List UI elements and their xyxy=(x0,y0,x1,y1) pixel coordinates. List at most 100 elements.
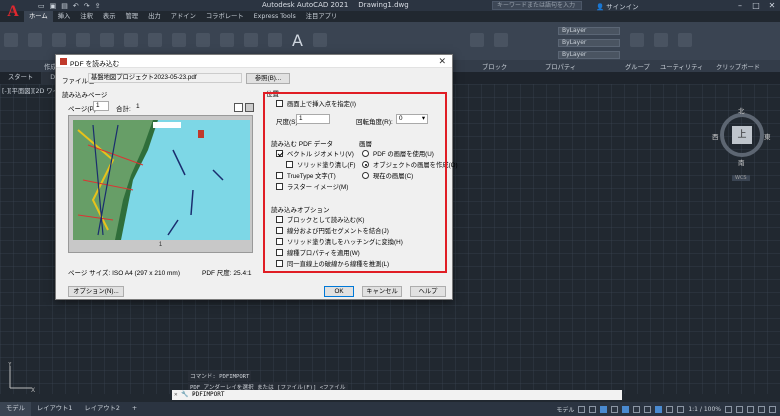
close-icon[interactable]: ✕ xyxy=(438,56,446,67)
circle-icon[interactable] xyxy=(52,33,66,47)
annotation-scale[interactable]: 1:1 / 100% xyxy=(688,406,721,413)
plus-icon[interactable] xyxy=(736,405,743,413)
arc-icon[interactable] xyxy=(76,33,90,47)
tab-model[interactable]: モデル xyxy=(0,402,31,416)
trim-icon[interactable] xyxy=(148,33,162,47)
panel-label-groups[interactable]: グループ xyxy=(625,62,650,71)
save-icon[interactable]: ▤ xyxy=(61,2,68,10)
paste-icon[interactable] xyxy=(678,33,692,47)
ucs-icon: Y X xyxy=(7,362,35,392)
group-icon[interactable] xyxy=(630,33,644,47)
search-input[interactable]: キーワードまたは語句を入力 xyxy=(492,1,582,10)
panel-label-clipboard[interactable]: クリップボード xyxy=(716,62,760,71)
polyline-icon[interactable] xyxy=(28,33,42,47)
dialog-titlebar[interactable]: PDF を読み込む ✕ xyxy=(56,55,452,68)
tab-start[interactable]: スタート xyxy=(0,72,43,84)
match-properties-icon[interactable] xyxy=(494,33,508,47)
measure-icon[interactable] xyxy=(654,33,668,47)
page-preview[interactable]: 1 xyxy=(68,115,253,253)
total-label: 合計: xyxy=(116,106,131,113)
wcs-menu[interactable]: WCS xyxy=(732,175,750,181)
tab-home[interactable]: ホーム xyxy=(24,11,53,22)
cancel-button[interactable]: キャンセル xyxy=(362,286,402,297)
undo-icon[interactable]: ↶ xyxy=(73,2,79,10)
close-icon[interactable]: ✕ xyxy=(764,0,780,11)
tab-manage[interactable]: 管理 xyxy=(120,11,143,22)
panel-label-properties[interactable]: プロパティ xyxy=(545,62,576,71)
object-snap-icon[interactable] xyxy=(655,405,663,413)
close-command-icon[interactable]: ✕ 🔧 ▸ xyxy=(174,390,196,400)
command-input[interactable]: ✕ 🔧 ▸ PDFIMPORT xyxy=(172,390,622,400)
isodraft-icon[interactable] xyxy=(633,405,641,413)
gear-icon[interactable] xyxy=(725,405,732,413)
tab-view[interactable]: 表示 xyxy=(98,11,121,22)
rotate-icon[interactable] xyxy=(124,33,138,47)
minimize-icon[interactable]: – xyxy=(732,0,748,11)
page-input[interactable]: 1 xyxy=(93,101,109,111)
tab-layout2[interactable]: レイアウト2 xyxy=(78,402,126,416)
tab-insert[interactable]: 挿入 xyxy=(53,11,76,22)
quick-access-toolbar: ▭ ▣ ▤ ↶ ↷ ⇪ xyxy=(28,0,101,11)
tab-output[interactable]: 出力 xyxy=(143,11,166,22)
ribbon-tabs: ホーム 挿入 注釈 表示 管理 出力 アドイン コラボレート Express T… xyxy=(24,11,342,22)
window-title: Autodesk AutoCAD 2021 Drawing1.dwg xyxy=(262,1,409,9)
autocad-logo-icon[interactable]: A xyxy=(2,1,24,23)
line-icon[interactable] xyxy=(4,33,18,47)
highlight-box xyxy=(263,92,447,273)
layer-state-icon[interactable] xyxy=(268,33,282,47)
layer-properties-icon[interactable] xyxy=(244,33,258,47)
customize-icon[interactable] xyxy=(769,405,776,413)
window-controls: – □ ✕ xyxy=(732,0,780,11)
object-snap-tracking-icon[interactable] xyxy=(644,405,652,413)
lineweight-dropdown[interactable]: ByLayer xyxy=(558,51,620,59)
mirror-icon[interactable] xyxy=(196,33,210,47)
tab-addins[interactable]: アドイン xyxy=(166,11,201,22)
browse-button[interactable]: 参照(B)... xyxy=(246,73,290,84)
ok-button[interactable]: OK xyxy=(324,286,354,297)
color-dropdown[interactable]: ByLayer xyxy=(558,27,620,35)
share-icon[interactable]: ⇪ xyxy=(95,2,101,10)
tab-layout1[interactable]: レイアウト1 xyxy=(31,402,79,416)
tab-featured-apps[interactable]: 注目アプリ xyxy=(301,11,342,22)
tab-express-tools[interactable]: Express Tools xyxy=(249,11,301,22)
fillet-icon[interactable] xyxy=(220,33,234,47)
linetype-dropdown[interactable]: ByLayer xyxy=(558,39,620,47)
title-bar: A ▭ ▣ ▤ ↶ ↷ ⇪ Autodesk AutoCAD 2021 Drawi… xyxy=(0,0,780,20)
text-icon[interactable]: A xyxy=(292,31,303,50)
command-text: PDFIMPORT xyxy=(192,391,225,398)
redo-icon[interactable]: ↷ xyxy=(84,2,90,10)
filename-field: 基盤地図プロジェクト2023-05-23.pdf xyxy=(88,73,242,83)
isolate-icon[interactable] xyxy=(747,405,754,413)
thumbnail-view-toggle[interactable] xyxy=(234,103,243,112)
fullscreen-icon[interactable] xyxy=(758,405,765,413)
viewcube-top-face[interactable]: 上 xyxy=(732,126,752,144)
tab-collaborate[interactable]: コラボレート xyxy=(201,11,249,22)
dynamic-input-icon[interactable] xyxy=(600,405,608,413)
open-file-icon[interactable]: ▣ xyxy=(50,2,57,10)
move-icon[interactable] xyxy=(100,33,114,47)
polar-icon[interactable] xyxy=(622,405,630,413)
model-space-label[interactable]: モデル xyxy=(556,405,574,414)
grid-icon[interactable] xyxy=(578,405,586,413)
help-button[interactable]: ヘルプ xyxy=(410,286,446,297)
dimension-icon[interactable] xyxy=(312,33,327,47)
viewcube[interactable]: 上 北 南 東 西 WCS xyxy=(712,103,772,181)
dialog-title: PDF を読み込む xyxy=(70,61,120,68)
transparency-icon[interactable] xyxy=(677,405,685,413)
maximize-icon[interactable]: □ xyxy=(748,0,764,11)
snap-icon[interactable] xyxy=(589,405,597,413)
panel-label-utilities[interactable]: ユーティリティ xyxy=(660,62,703,71)
lineweight-icon[interactable] xyxy=(666,405,674,413)
tab-annotate[interactable]: 注釈 xyxy=(75,11,98,22)
new-file-icon[interactable]: ▭ xyxy=(38,2,45,10)
pdf-icon xyxy=(60,58,67,65)
signin-button[interactable]: 👤 サインイン xyxy=(596,1,639,11)
insert-block-icon[interactable] xyxy=(470,33,484,47)
copy-icon[interactable] xyxy=(172,33,186,47)
panel-label-block[interactable]: ブロック xyxy=(482,62,507,71)
add-layout-button[interactable]: + xyxy=(126,402,143,416)
ortho-icon[interactable] xyxy=(611,405,619,413)
list-view-toggle[interactable] xyxy=(245,103,254,112)
options-button[interactable]: オプション(N)... xyxy=(68,286,124,297)
svg-text:X: X xyxy=(31,387,35,392)
